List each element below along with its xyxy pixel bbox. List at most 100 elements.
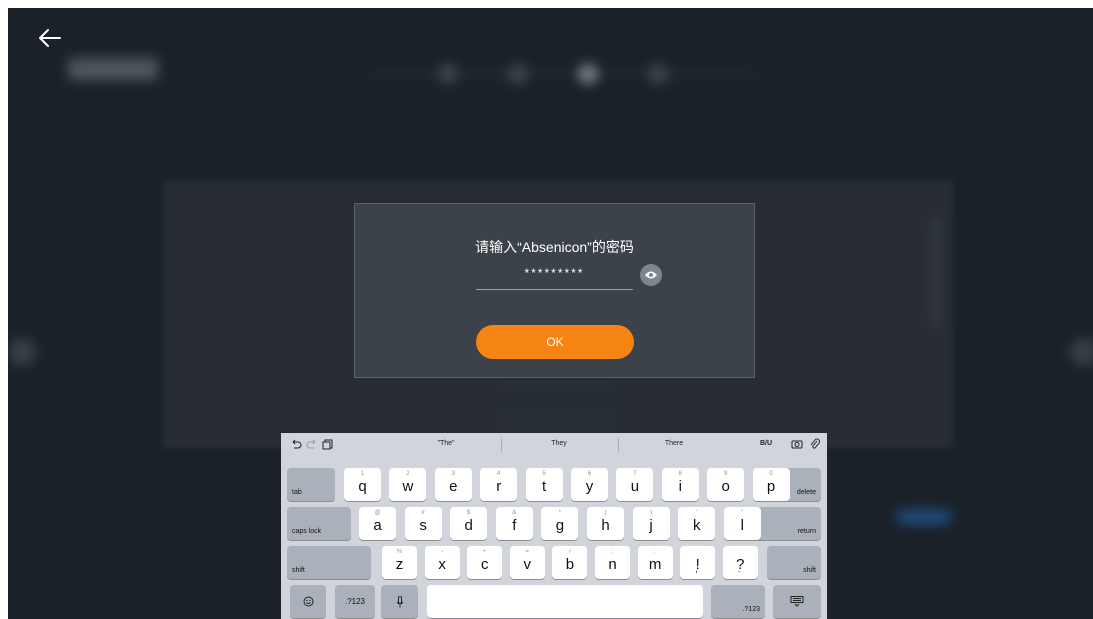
shift-left-key[interactable]: shift	[287, 546, 371, 579]
key-hint: $	[467, 510, 471, 516]
microphone-icon	[381, 585, 418, 618]
key-c[interactable]: + c	[467, 546, 503, 579]
format-button[interactable]: B/U	[751, 440, 781, 447]
numbers-key-right[interactable]: .?123	[711, 585, 765, 618]
password-dialog: 请输入“Absenicon”的密码 ********* OK	[354, 203, 755, 378]
eye-icon[interactable]	[640, 264, 662, 286]
key-label: n	[608, 556, 617, 573]
key-h[interactable]: (h	[587, 507, 624, 540]
key-t[interactable]: 5t	[525, 468, 563, 501]
key-?[interactable]: ?	[722, 546, 758, 579]
suggestion-1[interactable]: "The"	[416, 440, 476, 447]
keyboard-hide-key[interactable]	[773, 585, 821, 618]
key-e[interactable]: 3e	[434, 468, 472, 501]
key-hint: 2	[406, 471, 410, 477]
return-key[interactable]: return	[755, 507, 821, 540]
key-v[interactable]: = v	[509, 546, 545, 579]
paperclip-icon[interactable]	[809, 438, 821, 450]
key-label: o	[721, 478, 730, 495]
space-bar[interactable]	[427, 585, 703, 618]
key-sub-label: ,	[695, 564, 698, 574]
key-label: s	[419, 517, 427, 534]
key-hint: +	[482, 549, 487, 555]
suggestion-2[interactable]: They	[529, 440, 589, 447]
key-label: g	[555, 517, 565, 534]
key-d[interactable]: $ d	[450, 507, 488, 540]
divider	[618, 438, 619, 452]
key-hint: ;	[611, 549, 614, 555]
keyboard-toolbar: "The" They There B/U	[281, 433, 827, 457]
blurred-list-item	[496, 376, 616, 392]
key-p[interactable]: 0p	[752, 468, 790, 501]
key-x[interactable]: -x	[424, 546, 460, 579]
blurred-scrollbar	[933, 218, 939, 328]
key-o[interactable]: 9o	[707, 468, 745, 501]
key-hint: 8	[678, 471, 682, 477]
undo-icon[interactable]	[290, 438, 302, 450]
key-label: t	[542, 478, 547, 495]
key-b[interactable]: / b	[552, 546, 588, 579]
divider	[501, 438, 502, 452]
key-label: k	[692, 517, 701, 534]
key-g[interactable]: * g	[541, 507, 579, 540]
key-s[interactable]: # s	[404, 507, 442, 540]
password-field[interactable]: *********	[476, 263, 633, 290]
key-j[interactable]: ) j	[632, 507, 670, 540]
key-label: d	[464, 517, 473, 534]
camera-icon[interactable]	[791, 438, 803, 450]
key-hint: /	[569, 549, 571, 555]
shift-right-key[interactable]: shift	[767, 546, 821, 579]
suggestion-3[interactable]: There	[644, 440, 704, 447]
key-hint: )	[650, 510, 653, 516]
key-label: e	[449, 478, 458, 495]
key-label: caps lock	[292, 528, 322, 535]
key-f[interactable]: & f	[495, 507, 533, 540]
numbers-key-left[interactable]: .?123	[335, 585, 375, 618]
tab-key[interactable]: tab	[287, 468, 335, 501]
key-a[interactable]: @ a	[359, 507, 396, 540]
key-hint: "	[741, 510, 744, 516]
emoji-key[interactable]	[290, 585, 326, 618]
key-hint: #	[421, 510, 425, 516]
key-y[interactable]: 6y	[571, 468, 608, 501]
key-u[interactable]: 7u	[616, 468, 654, 501]
key-z[interactable]: % z	[382, 546, 417, 579]
dictation-key[interactable]	[381, 585, 418, 618]
key-m[interactable]: :m	[637, 546, 673, 579]
key-label: return	[797, 528, 816, 535]
key-label: c	[480, 556, 489, 573]
back-arrow-icon[interactable]	[36, 26, 64, 50]
key-n[interactable]: ; n	[595, 546, 630, 579]
on-screen-keyboard: "The" They There B/U tab delete caps loc…	[281, 433, 827, 619]
key-label: w	[402, 478, 414, 495]
key-![interactable]: !	[680, 546, 716, 579]
key-label: i	[678, 478, 682, 495]
screen: 请输入“Absenicon”的密码 ********* OK "The" The…	[8, 8, 1093, 619]
key-hint: 4	[497, 471, 501, 477]
key-l[interactable]: " l	[723, 507, 761, 540]
key-label: f	[512, 517, 517, 534]
blurred-step-indicator	[368, 64, 758, 84]
key-label: x	[438, 556, 446, 573]
keyboard-hide-icon	[773, 585, 821, 618]
ok-button[interactable]: OK	[476, 325, 634, 359]
key-hint: (	[604, 510, 607, 516]
redo-icon[interactable]	[306, 438, 318, 450]
key-r[interactable]: 4r	[480, 468, 518, 501]
key-sub-label: .	[737, 564, 741, 574]
key-label: b	[565, 556, 575, 573]
key-q[interactable]: 1q	[344, 468, 381, 501]
key-w[interactable]: 2w	[389, 468, 427, 501]
key-k[interactable]: ' k	[678, 507, 716, 540]
key-hint: 6	[587, 471, 592, 477]
blurred-list-item	[496, 408, 616, 424]
key-label: .?123	[344, 597, 366, 606]
key-label: h	[601, 517, 610, 534]
key-label: tab	[292, 489, 302, 496]
emoji-icon	[290, 585, 326, 618]
key-hint: :	[654, 549, 656, 555]
caps-lock-key[interactable]: caps lock	[287, 507, 351, 540]
key-label: y	[585, 478, 594, 495]
key-i[interactable]: 8i	[661, 468, 699, 501]
paste-icon[interactable]	[322, 438, 334, 450]
